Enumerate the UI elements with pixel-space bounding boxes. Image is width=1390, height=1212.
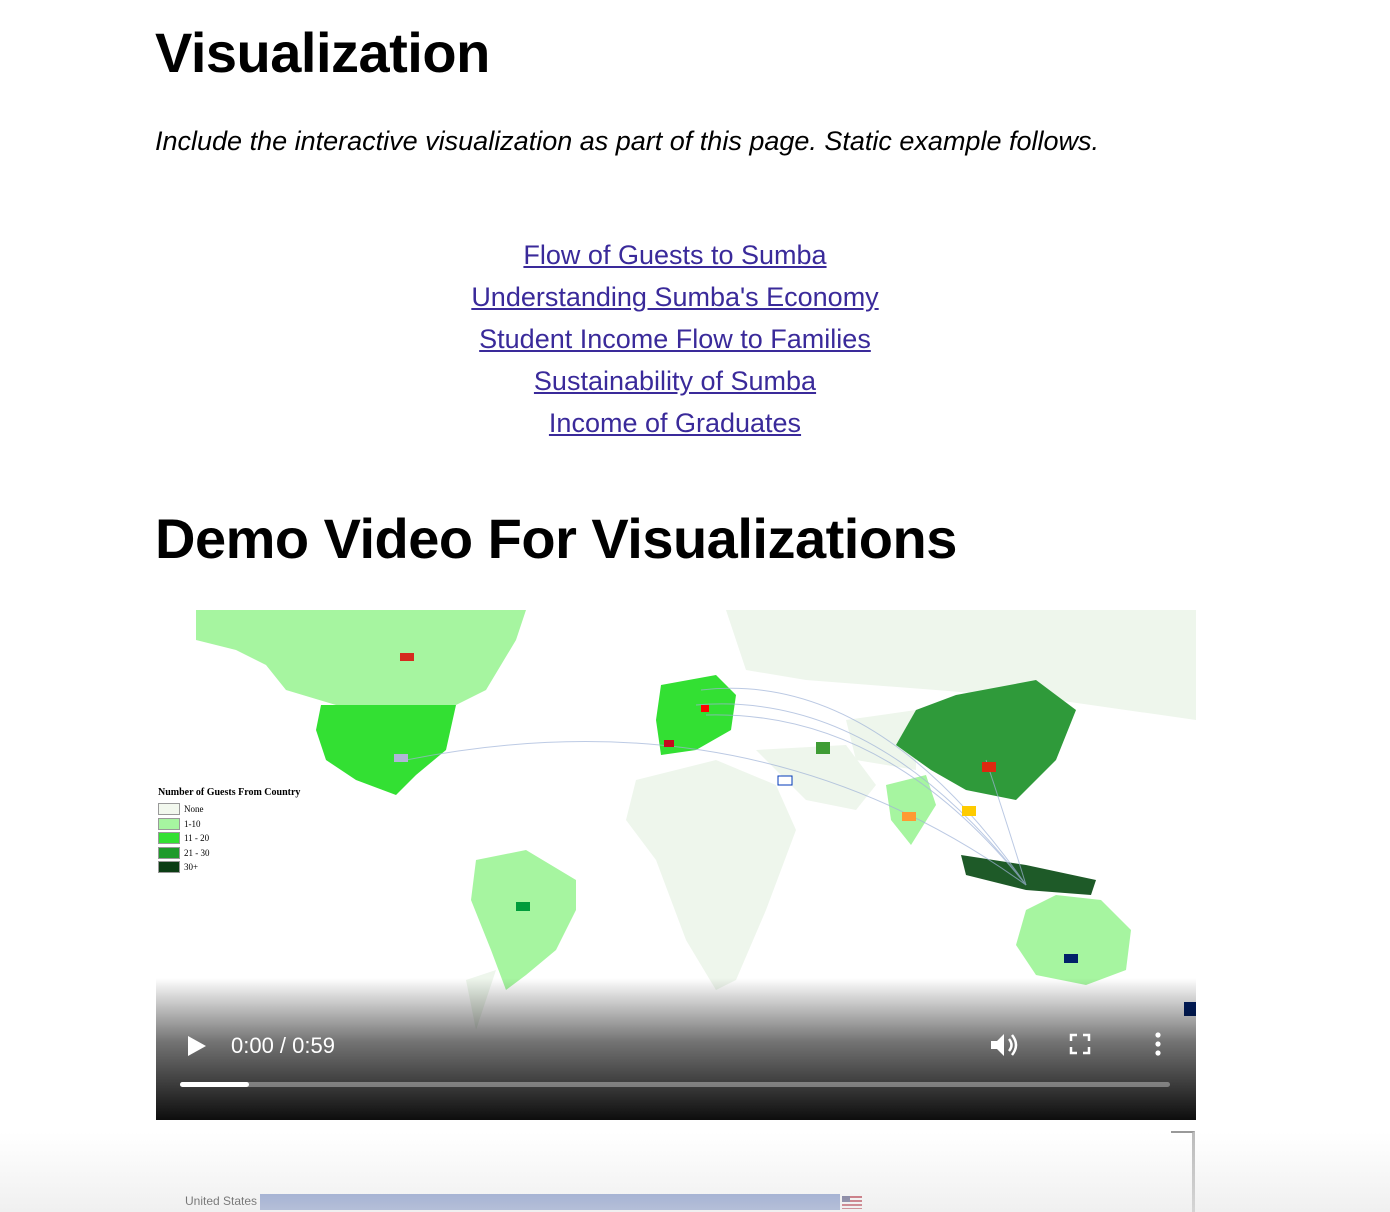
- legend-item: 11 - 20: [158, 831, 300, 846]
- video-time: 0:00 / 0:59: [231, 1033, 335, 1058]
- video-progress-bar[interactable]: [180, 1082, 1170, 1087]
- demo-video-player[interactable]: Number of Guests From Country None 1-10 …: [156, 610, 1196, 1120]
- legend-label: 30+: [184, 862, 199, 873]
- volume-icon[interactable]: [988, 1030, 1022, 1060]
- legend-title: Number of Guests From Country: [158, 787, 301, 798]
- link-sumba-economy[interactable]: Understanding Sumba's Economy: [0, 276, 1350, 318]
- intro-text: Include the interactive visualization as…: [155, 126, 1099, 156]
- legend-swatch: [158, 817, 180, 830]
- fullscreen-icon[interactable]: [1068, 1032, 1092, 1056]
- link-flow-of-guests[interactable]: Flow of Guests to Sumba: [0, 234, 1350, 276]
- bar-chart-bar: [260, 1194, 840, 1210]
- usa: [316, 705, 456, 795]
- legend-item: 21 - 30: [158, 846, 300, 861]
- legend-label: 1-10: [184, 818, 201, 829]
- australia: [1016, 895, 1131, 985]
- legend-swatch: [158, 861, 180, 874]
- video-controls: 0:00 / 0:59: [156, 978, 1196, 1120]
- legend-label: None: [184, 804, 204, 815]
- legend-item: 1-10: [158, 817, 300, 832]
- us-flag-icon: [842, 1196, 862, 1209]
- legend-swatch: [158, 803, 180, 816]
- india: [886, 775, 936, 845]
- africa: [626, 760, 796, 990]
- link-student-income[interactable]: Student Income Flow to Families: [0, 318, 1350, 360]
- play-icon[interactable]: [182, 1032, 210, 1060]
- video-progress-fill: [180, 1082, 250, 1087]
- more-options-icon[interactable]: [1146, 1030, 1170, 1058]
- legend-label: 21 - 30: [184, 847, 210, 858]
- legend-item: 30+: [158, 860, 300, 875]
- legend-label: 11 - 20: [184, 833, 210, 844]
- demo-heading: Demo Video For Visualizations: [155, 507, 957, 570]
- bar-chart-frame: [1171, 1131, 1195, 1212]
- legend-swatch: [158, 846, 180, 859]
- link-graduate-income[interactable]: Income of Graduates: [0, 402, 1350, 444]
- page-title: Visualization: [155, 21, 490, 84]
- indonesia: [961, 855, 1096, 895]
- legend-item: None: [158, 802, 300, 817]
- map-legend: Number of Guests From Country None 1-10 …: [158, 787, 300, 875]
- brazil: [471, 850, 576, 990]
- bar-chart-label: United States: [185, 1194, 258, 1208]
- alaska-canada: [196, 610, 526, 705]
- legend-swatch: [158, 832, 180, 845]
- link-sustainability[interactable]: Sustainability of Sumba: [0, 360, 1350, 402]
- visualization-links: Flow of Guests to Sumba Understanding Su…: [0, 234, 1350, 444]
